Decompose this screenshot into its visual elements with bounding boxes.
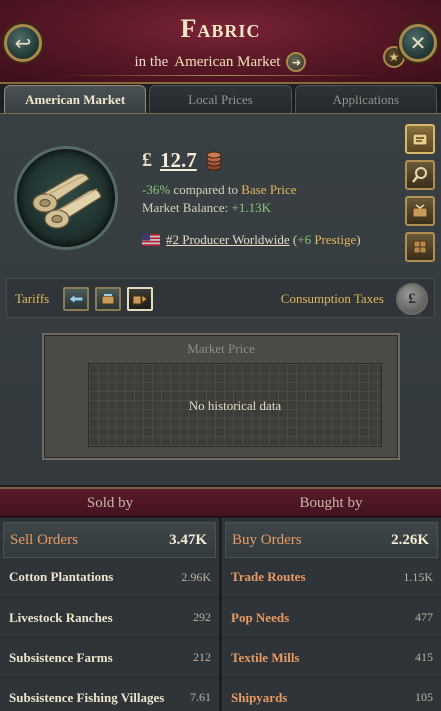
goods-gold-button[interactable] <box>405 124 435 154</box>
tariff-options <box>63 287 153 311</box>
close-button[interactable]: ✕ <box>399 24 437 62</box>
seller-name: Livestock Ranches <box>9 609 113 625</box>
tab-local-prices[interactable]: Local Prices <box>149 85 292 113</box>
orders-band: Sold by Bought by <box>0 487 441 517</box>
magnify-icon <box>412 167 427 183</box>
list-item[interactable]: Trade Routes 1.15K <box>222 558 441 598</box>
seller-name: Subsistence Farms <box>9 649 113 665</box>
buyer-value: 415 <box>415 650 433 664</box>
no-tariff-icon <box>101 294 115 305</box>
market-balance-value: +1.13K <box>231 200 271 215</box>
prestige-label: Prestige <box>314 232 357 247</box>
list-item[interactable]: Subsistence Fishing Villages 7.61 <box>0 678 219 711</box>
fabric-rolls-icon <box>14 146 118 250</box>
sell-orders-header: Sell Orders 3.47K <box>3 522 216 558</box>
market-balance-label: Market Balance: <box>142 200 229 215</box>
list-item[interactable]: Textile Mills 415 <box>222 638 441 678</box>
goods-gold-icon <box>412 133 428 146</box>
import-priority-button[interactable] <box>63 287 89 311</box>
currency-symbol: £ <box>142 149 152 171</box>
buyer-name: Trade Routes <box>231 568 306 584</box>
storage-icon <box>413 240 427 254</box>
market-price-value[interactable]: 12.7 <box>160 148 197 173</box>
consumption-taxes-button[interactable]: £ <box>396 283 428 315</box>
go-to-market-button[interactable]: ➜ <box>286 52 307 72</box>
pound-icon: £ <box>408 290 416 307</box>
sell-orders-total: 3.47K <box>169 531 207 548</box>
market-name: American Market <box>174 53 281 70</box>
list-item[interactable]: Shipyards 105 <box>222 678 441 711</box>
sold-by-title: Sold by <box>86 495 134 511</box>
chart-grid: No historical data <box>88 363 382 447</box>
us-flag-icon <box>142 234 160 246</box>
export-priority-icon <box>132 293 148 305</box>
buyer-value: 1.15K <box>403 570 433 584</box>
tariffs-bar: Tariffs Consumption Taxes £ <box>6 278 435 318</box>
page-title: Fabric <box>180 14 261 43</box>
market-price-chart: Market Price No historical data <box>42 333 400 460</box>
list-item[interactable]: Subsistence Farms 212 <box>0 638 219 678</box>
coins-icon <box>206 151 222 170</box>
subtitle-prefix: in the <box>134 53 169 70</box>
chart-empty-message: No historical data <box>188 398 282 413</box>
buyer-value: 105 <box>415 690 433 704</box>
compared-text: compared to <box>173 182 239 197</box>
buyer-name: Shipyards <box>231 689 288 705</box>
close-icon: ✕ <box>409 31 427 55</box>
trade-icon <box>412 204 428 218</box>
buyer-name: Textile Mills <box>231 649 300 665</box>
star-icon: ★ <box>388 50 400 64</box>
seller-name: Subsistence Fishing Villages <box>9 689 165 705</box>
price-row: £ 12.7 <box>142 148 223 173</box>
list-item[interactable]: Pop Needs 477 <box>222 598 441 638</box>
buy-orders-column: Buy Orders 2.26K Trade Routes 1.15K Pop … <box>222 518 441 711</box>
buy-orders-total: 2.26K <box>391 531 429 548</box>
seller-name: Cotton Plantations <box>9 568 114 584</box>
tab-applications[interactable]: Applications <box>294 85 437 113</box>
storage-button[interactable] <box>405 232 435 262</box>
buyer-name: Pop Needs <box>231 609 290 625</box>
buyer-value: 477 <box>415 610 433 624</box>
market-balance: Market Balance: +1.13K <box>142 200 271 216</box>
seller-value: 2.96K <box>181 570 211 584</box>
producer-ranking[interactable]: #2 Producer Worldwide (+6 Prestige) <box>142 232 361 248</box>
magnify-button[interactable] <box>405 160 435 190</box>
export-priority-button[interactable] <box>127 287 153 311</box>
seller-value: 7.61 <box>190 690 211 704</box>
price-change-value: -36% <box>142 182 171 197</box>
arrow-right-icon: ➜ <box>291 55 302 69</box>
goods-side-buttons <box>405 124 435 262</box>
list-item[interactable]: Cotton Plantations 2.96K <box>0 558 219 598</box>
market-overview-panel: £ 12.7 -36% compared to Base Price Marke… <box>0 113 441 485</box>
sell-orders-label: Sell Orders <box>10 531 78 548</box>
tariffs-label: Tariffs <box>15 291 50 306</box>
no-tariff-button[interactable] <box>95 287 121 311</box>
prestige-value: +6 <box>297 232 312 247</box>
producer-rank: #2 Producer Worldwide <box>166 232 290 247</box>
market-subtitle: in the American Market ➜ <box>0 52 441 72</box>
bought-by-title: Bought by <box>299 495 363 511</box>
seller-value: 292 <box>193 610 211 624</box>
consumption-taxes-label: Consumption Taxes <box>280 291 384 306</box>
buy-orders-label: Buy Orders <box>232 531 302 548</box>
buy-orders-header: Buy Orders 2.26K <box>225 522 438 558</box>
list-item[interactable]: Livestock Ranches 292 <box>0 598 219 638</box>
base-price-link[interactable]: Base Price <box>241 182 296 197</box>
tab-bar: American Market Local Prices Application… <box>4 85 437 113</box>
tab-american-market[interactable]: American Market <box>4 85 147 113</box>
chart-title: Market Price <box>187 341 255 356</box>
seller-value: 212 <box>193 650 211 664</box>
import-priority-icon <box>68 292 84 306</box>
goods-header: ↩ Fabric in the American Market ➜ ★ ✕ <box>0 0 441 84</box>
price-comparison: -36% compared to Base Price <box>142 182 297 198</box>
sell-orders-column: Sell Orders 3.47K Cotton Plantations 2.9… <box>0 518 219 711</box>
trade-button[interactable] <box>405 196 435 226</box>
